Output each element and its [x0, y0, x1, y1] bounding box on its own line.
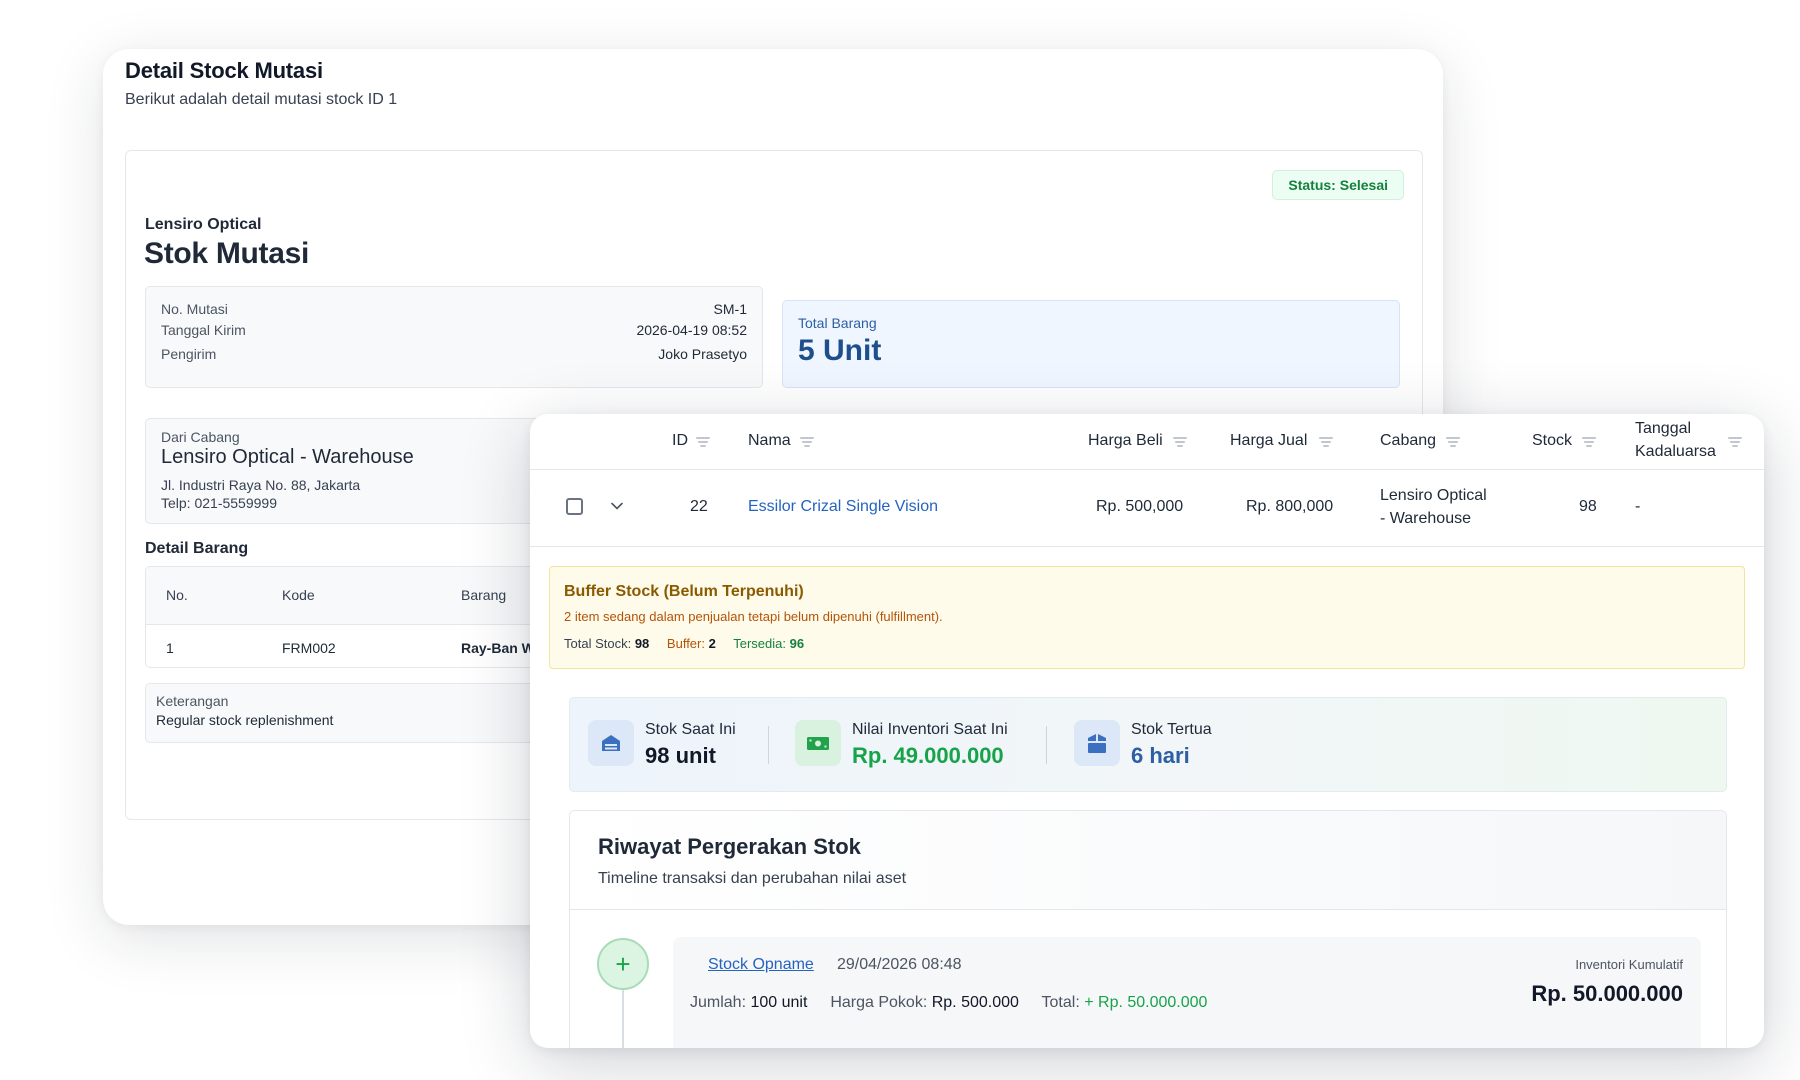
- row-harga-beli: Rp. 500,000: [1096, 498, 1184, 515]
- entry-qty-label: Jumlah:: [690, 994, 747, 1011]
- money-icon: [795, 720, 841, 766]
- row-id: 22: [690, 498, 708, 515]
- source-branch-phone: Telp: 021-5559999: [161, 495, 277, 511]
- notes-value: Regular stock replenishment: [156, 712, 334, 728]
- buffer-stats: Total Stock: 98 Buffer: 2 Tersedia: 96: [564, 636, 818, 651]
- total-items-label: Total Barang: [798, 315, 877, 331]
- box-icon: [1074, 720, 1120, 766]
- column-header-harga-jual[interactable]: Harga Jual: [1230, 432, 1307, 450]
- metric-value: Rp. 49.000.000: [852, 743, 1004, 768]
- item-barang: Ray-Ban W: [461, 640, 535, 656]
- column-header-id[interactable]: ID: [672, 432, 688, 450]
- page-title: Detail Stock Mutasi: [125, 58, 323, 83]
- buffer-stock-alert: Buffer Stock (Belum Terpenuhi) 2 item se…: [549, 566, 1745, 669]
- stock-history-subtitle: Timeline transaksi dan perubahan nilai a…: [598, 870, 907, 887]
- meta-value: Joko Prasetyo: [658, 346, 747, 362]
- product-table-header: ID Nama Harga Beli Harga Jual Cabang Sto…: [530, 414, 1764, 470]
- row-checkbox[interactable]: [566, 498, 583, 515]
- warehouse-icon: [588, 720, 634, 766]
- entry-type-link[interactable]: Stock Opname: [708, 956, 814, 974]
- table-row[interactable]: 22 Essilor Crizal Single Vision Rp. 500,…: [530, 470, 1764, 547]
- buffer-buffer: Buffer: 2: [666, 636, 716, 651]
- cumulative-value: Rp. 50.000.000: [1531, 981, 1683, 1006]
- buffer-total: Total Stock: 98: [564, 636, 650, 651]
- stock-history-panel: Riwayat Pergerakan Stok Timeline transak…: [569, 810, 1727, 1048]
- metric-label: Stok Saat Ini: [645, 721, 736, 738]
- meta-value: SM-1: [713, 301, 747, 317]
- column-header-barang: Barang: [461, 587, 507, 603]
- status-badge: Status: Selesai: [1272, 170, 1404, 200]
- chevron-down-icon[interactable]: [609, 498, 625, 514]
- entry-total-value: + Rp. 50.000.000: [1084, 994, 1208, 1011]
- row-harga-jual: Rp. 800,000: [1246, 498, 1334, 515]
- mutation-meta-box: No. Mutasi SM-1 Tanggal Kirim 2026-04-19…: [145, 286, 763, 388]
- meta-label: Tanggal Kirim: [161, 322, 246, 338]
- filter-icon[interactable]: [1446, 437, 1460, 447]
- entry-date: 29/04/2026 08:48: [837, 956, 962, 973]
- product-stock-card: ID Nama Harga Beli Harga Jual Cabang Sto…: [530, 414, 1764, 1048]
- meta-label: No. Mutasi: [161, 301, 228, 317]
- buffer-title: Buffer Stock (Belum Terpenuhi): [564, 583, 804, 600]
- source-branch-address: Jl. Industri Raya No. 88, Jakarta: [161, 477, 361, 493]
- item-kode: FRM002: [282, 640, 336, 656]
- entry-cost-label: Harga Pokok:: [830, 994, 928, 1011]
- entry-details: Jumlah: 100 unit Harga Pokok: Rp. 500.00…: [690, 994, 1207, 1012]
- column-header-cabang[interactable]: Cabang: [1380, 432, 1436, 450]
- row-stock: 98: [1579, 498, 1597, 515]
- product-name-link[interactable]: Essilor Crizal Single Vision: [748, 498, 938, 516]
- column-header-tanggal[interactable]: Tanggal: [1635, 420, 1691, 438]
- meta-row-tanggal-kirim: Tanggal Kirim 2026-04-19 08:52: [161, 322, 747, 342]
- divider: [768, 726, 769, 764]
- metric-value: 6 hari: [1131, 743, 1190, 768]
- divider: [1046, 726, 1047, 764]
- meta-label: Pengirim: [161, 346, 217, 362]
- timeline-entry: Stock Opname 29/04/2026 08:48 Jumlah: 10…: [673, 937, 1701, 1048]
- entry-cost-value: Rp. 500.000: [931, 994, 1019, 1011]
- page-subtitle: Berikut adalah detail mutasi stock ID 1: [125, 91, 398, 108]
- column-header-kadaluarsa[interactable]: Kadaluarsa: [1635, 443, 1716, 461]
- filter-icon[interactable]: [800, 437, 814, 447]
- entry-qty-value: 100 unit: [750, 994, 808, 1011]
- filter-icon[interactable]: [1319, 437, 1333, 447]
- company-name: Lensiro Optical: [145, 216, 262, 233]
- metric-label: Stok Tertua: [1131, 721, 1212, 738]
- items-section-label: Detail Barang: [145, 540, 249, 557]
- total-items-value: 5 Unit: [798, 334, 882, 367]
- metric-label: Nilai Inventori Saat Ini: [852, 721, 1008, 738]
- row-cabang-cont: - Warehouse: [1380, 510, 1471, 527]
- meta-value: 2026-04-19 08:52: [636, 322, 747, 338]
- stock-metrics-panel: Stok Saat Ini 98 unit Nilai Inventori Sa…: [569, 697, 1727, 792]
- filter-icon[interactable]: [1173, 437, 1187, 447]
- buffer-description: 2 item sedang dalam penjualan tetapi bel…: [564, 609, 943, 624]
- source-branch-name: Lensiro Optical - Warehouse: [161, 446, 414, 468]
- column-header-no: No.: [166, 587, 188, 603]
- column-header-nama[interactable]: Nama: [748, 432, 791, 450]
- stock-history-header: Riwayat Pergerakan Stok Timeline transak…: [570, 811, 1726, 910]
- filter-icon[interactable]: [696, 437, 710, 447]
- plus-icon: +: [597, 938, 649, 990]
- row-tanggal-kadaluarsa: -: [1635, 498, 1641, 515]
- buffer-available: Tersedia: 96: [733, 636, 805, 651]
- entry-total-label: Total:: [1041, 994, 1080, 1011]
- filter-icon[interactable]: [1728, 437, 1742, 447]
- meta-row-pengirim: Pengirim Joko Prasetyo: [161, 346, 747, 366]
- source-branch-label: Dari Cabang: [161, 429, 240, 445]
- item-no: 1: [166, 640, 174, 656]
- column-header-stock[interactable]: Stock: [1532, 432, 1572, 450]
- column-header-harga-beli[interactable]: Harga Beli: [1088, 432, 1163, 450]
- timeline-line: [622, 990, 624, 1048]
- meta-row-no-mutasi: No. Mutasi SM-1: [161, 301, 747, 321]
- cumulative-label: Inventori Kumulatif: [1575, 957, 1683, 972]
- column-header-kode: Kode: [282, 587, 315, 603]
- notes-label: Keterangan: [156, 693, 229, 709]
- metric-value: 98 unit: [645, 743, 716, 768]
- row-cabang: Lensiro Optical: [1380, 487, 1487, 504]
- filter-icon[interactable]: [1582, 437, 1596, 447]
- stock-history-title: Riwayat Pergerakan Stok: [598, 834, 861, 859]
- document-title: Stok Mutasi: [144, 237, 310, 270]
- total-items-box: Total Barang 5 Unit: [782, 300, 1400, 388]
